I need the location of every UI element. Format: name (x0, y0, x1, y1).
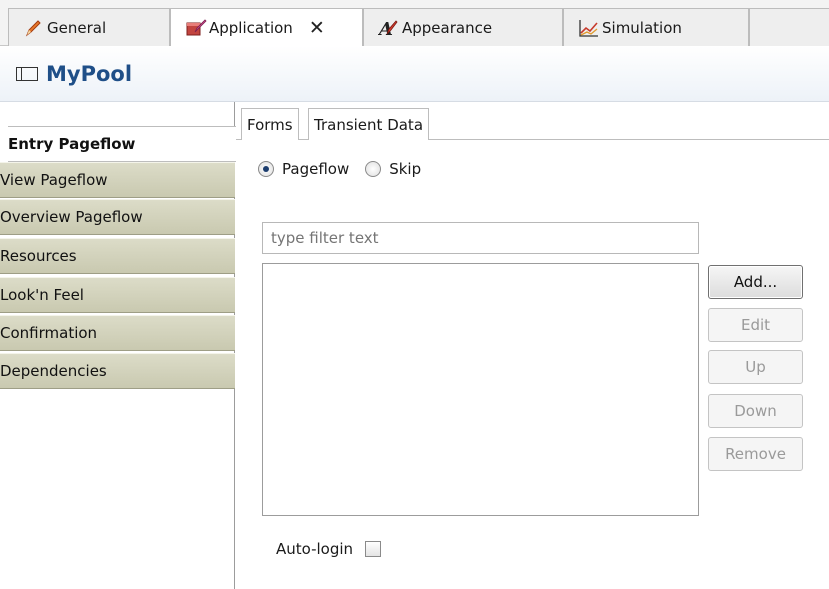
sidebar-item-label: Overview Pageflow (0, 208, 143, 226)
tab-general-label: General (47, 18, 107, 37)
edit-button[interactable]: Edit (708, 308, 803, 342)
tab-transient-data[interactable]: Transient Data (308, 108, 430, 140)
close-icon[interactable]: ✕ (309, 18, 325, 38)
sidebar-item-label: View Pageflow (0, 171, 108, 189)
auto-login-checkbox[interactable] (365, 541, 382, 557)
inner-tab-strip: Forms Transient Data (236, 102, 829, 140)
side-tab-list: Entry Pageflow View Pageflow Overview Pa… (0, 102, 236, 589)
sidebar-item-resources[interactable]: Resources (0, 238, 235, 274)
remove-button[interactable]: Remove (708, 437, 803, 471)
tab-transient-data-label: Transient Data (314, 115, 424, 134)
pageflow-radio-label: Pageflow (282, 160, 350, 178)
skip-radio-label: Skip (389, 160, 422, 178)
add-button[interactable]: Add... (708, 265, 803, 299)
pencil-icon (23, 18, 43, 38)
tab-empty-slot (749, 8, 829, 46)
sidebar-item-label: Dependencies (0, 362, 107, 380)
tab-general[interactable]: General (8, 8, 170, 46)
sidebar-item-look-n-feel[interactable]: Look'n Feel (0, 277, 235, 313)
auto-login-row: Auto-login (276, 540, 382, 558)
filter-input[interactable] (262, 222, 699, 254)
sidebar-item-confirmation[interactable]: Confirmation (0, 315, 235, 351)
tab-appearance-label: Appearance (402, 18, 493, 37)
application-edit-icon (185, 18, 207, 38)
tab-simulation-label: Simulation (602, 18, 682, 37)
editor-tab-strip: General Application ✕ A Appearance Simul… (0, 0, 829, 47)
sidebar-item-label: Look'n Feel (0, 286, 84, 304)
sidebar-item-view-pageflow[interactable]: View Pageflow (0, 162, 235, 198)
sidebar-item-entry-pageflow[interactable]: Entry Pageflow (8, 126, 236, 162)
pageflow-mode-radio-group: Pageflow Skip (258, 160, 421, 178)
page-title: MyPool (46, 61, 133, 86)
skip-radio[interactable] (365, 161, 382, 177)
pageflow-radio[interactable] (258, 161, 274, 177)
page-title-bar: MyPool (0, 46, 829, 102)
sidebar-item-dependencies[interactable]: Dependencies (0, 353, 235, 389)
sidebar-item-label: Resources (0, 247, 77, 265)
down-button[interactable]: Down (708, 394, 803, 428)
tab-simulation[interactable]: Simulation (563, 8, 749, 46)
forms-list[interactable] (262, 263, 699, 516)
appearance-icon: A (377, 18, 398, 40)
up-button[interactable]: Up (708, 350, 803, 384)
sidebar-item-overview-pageflow[interactable]: Overview Pageflow (0, 199, 235, 235)
pool-icon (16, 66, 38, 81)
tab-application[interactable]: Application ✕ (170, 8, 363, 47)
sidebar-item-label: Confirmation (0, 324, 98, 342)
tab-appearance[interactable]: A Appearance (363, 8, 563, 46)
tab-forms[interactable]: Forms (241, 108, 299, 140)
auto-login-label: Auto-login (276, 540, 354, 558)
tab-application-label: Application (209, 19, 293, 37)
simulation-chart-icon (578, 18, 598, 38)
tab-forms-label: Forms (247, 115, 293, 134)
sidebar-item-label: Entry Pageflow (8, 135, 136, 153)
